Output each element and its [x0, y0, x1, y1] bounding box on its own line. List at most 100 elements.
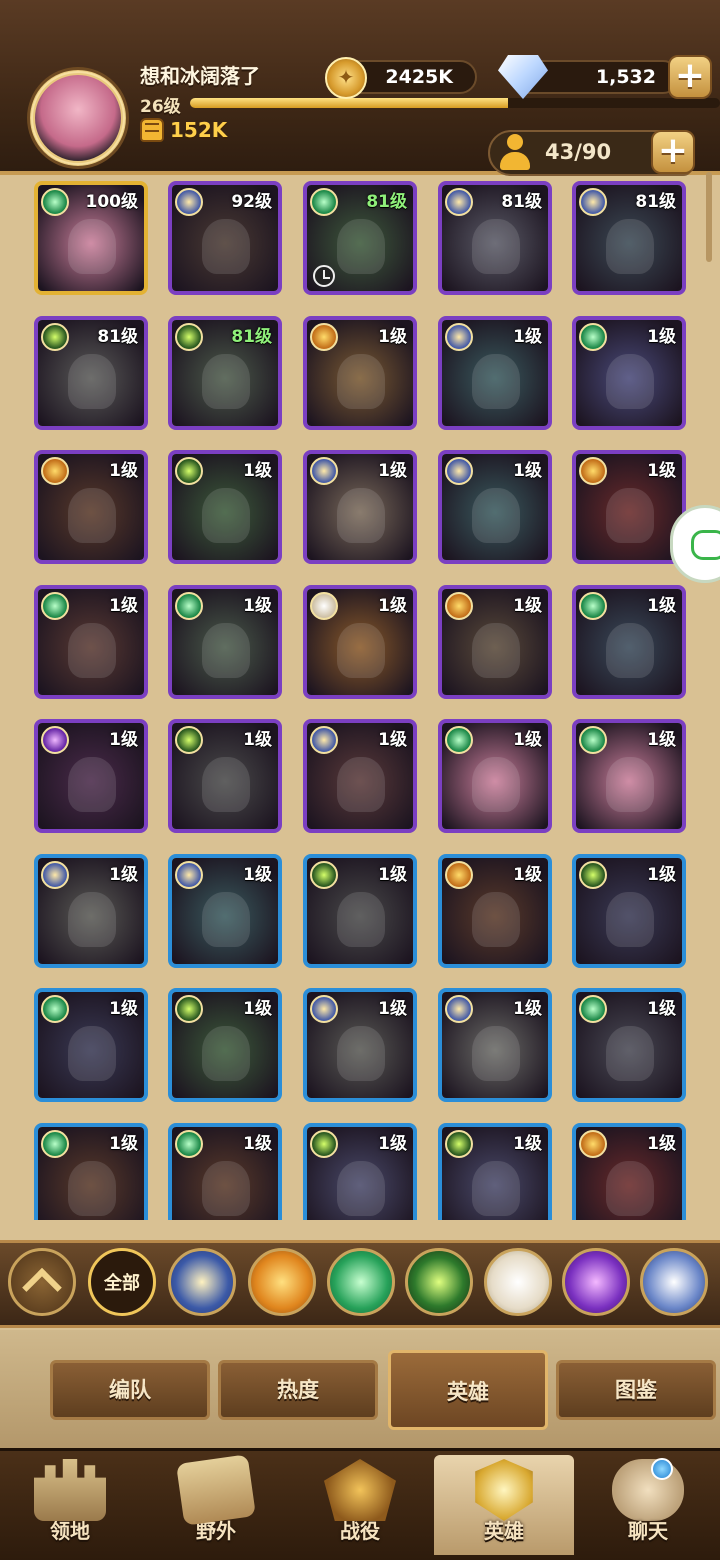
hero-card[interactable]: 1级 [34, 450, 148, 564]
lightbearer-faction-icon [579, 188, 607, 216]
grid-scrollbar[interactable] [706, 172, 712, 262]
hero-card[interactable]: 1级 [303, 988, 417, 1102]
hero-level: 81级 [231, 327, 272, 347]
hero-level: 81级 [501, 192, 542, 212]
hero-level: 1级 [647, 999, 676, 1019]
hero-level: 1级 [513, 461, 542, 481]
hero-card[interactable]: 1级 [34, 988, 148, 1102]
filter-celestial-button[interactable] [484, 1248, 552, 1316]
hero-card[interactable]: 1级 [572, 719, 686, 833]
fist-icon [140, 118, 164, 142]
hero-card[interactable]: 1级 [168, 450, 282, 564]
hero-card[interactable]: 1级 [168, 988, 282, 1102]
hero-card[interactable]: 1级 [168, 585, 282, 699]
hero-card[interactable]: 81级 [303, 181, 417, 295]
filter-hypogean-button[interactable] [562, 1248, 630, 1316]
filter-expand-up-button[interactable] [8, 1248, 76, 1316]
combat-power: 152K [140, 118, 227, 142]
hero-level: 1级 [243, 999, 272, 1019]
hero-card[interactable]: 1级 [34, 585, 148, 699]
hero-level: 1级 [513, 999, 542, 1019]
nav-item[interactable]: 战役 [290, 1455, 430, 1555]
hero-card[interactable]: 1级 [303, 316, 417, 430]
gem-value: 1,532 [595, 66, 656, 88]
hero-card[interactable]: 1级 [438, 1123, 552, 1220]
hero-card[interactable]: 81级 [572, 181, 686, 295]
hero-level: 1级 [109, 865, 138, 885]
hero-level: 1级 [109, 461, 138, 481]
hero-card[interactable]: 1级 [572, 988, 686, 1102]
hero-card[interactable]: 1级 [34, 1123, 148, 1220]
hypogean-faction-icon [41, 726, 69, 754]
hero-card[interactable]: 1级 [438, 988, 552, 1102]
hero-card[interactable]: 1级 [303, 450, 417, 564]
hero-card[interactable]: 1级 [438, 854, 552, 968]
wilder-faction-icon [41, 592, 69, 620]
hero-level: 1级 [243, 730, 272, 750]
hero-card[interactable]: 1级 [438, 450, 552, 564]
nav-item[interactable]: 英雄 [434, 1455, 574, 1555]
add-gems-button[interactable]: + [668, 55, 712, 99]
filter-dimensional-button[interactable] [640, 1248, 708, 1316]
gold-value: 2425K [385, 66, 453, 88]
hero-card[interactable]: 100级 [34, 181, 148, 295]
hero-level: 1级 [109, 730, 138, 750]
hero-card[interactable]: 1级 [168, 854, 282, 968]
hero-card[interactable]: 1级 [572, 585, 686, 699]
hero-level: 1级 [647, 865, 676, 885]
subtab-button[interactable]: 热度 [218, 1360, 378, 1420]
hero-card[interactable]: 92级 [168, 181, 282, 295]
nav-item[interactable]: 野外 [146, 1454, 286, 1555]
lightbearer-faction-icon [310, 726, 338, 754]
combat-power-value: 152K [170, 118, 228, 142]
hero-card[interactable]: 1级 [572, 1123, 686, 1220]
graveborn-faction-icon [310, 861, 338, 889]
hero-card[interactable]: 1级 [303, 719, 417, 833]
hero-level: 1级 [243, 1134, 272, 1154]
hero-card[interactable]: 1级 [34, 719, 148, 833]
player-avatar[interactable] [30, 70, 126, 166]
hero-level: 1级 [647, 461, 676, 481]
hero-card[interactable]: 1级 [168, 1123, 282, 1220]
hero-card[interactable]: 81级 [438, 181, 552, 295]
hero-card[interactable]: 1级 [303, 854, 417, 968]
hero-level: 1级 [378, 327, 407, 347]
hero-card[interactable]: 1级 [438, 585, 552, 699]
lightbearer-faction-icon [445, 323, 473, 351]
player-level: 26级 [140, 97, 181, 117]
hero-card[interactable]: 1级 [303, 1123, 417, 1220]
filter-graveborn-button[interactable] [405, 1248, 473, 1316]
hero-card[interactable]: 1级 [34, 854, 148, 968]
subtab-button[interactable]: 编队 [50, 1360, 210, 1420]
subtab-button[interactable]: 英雄 [388, 1350, 548, 1430]
hero-level: 1级 [513, 596, 542, 616]
filter-all-button[interactable]: 全部 [88, 1248, 156, 1316]
hero-level: 1级 [513, 730, 542, 750]
roster-count: 43/90 [545, 140, 612, 164]
hero-card[interactable]: 1级 [168, 719, 282, 833]
filter-lightbearer-button[interactable] [168, 1248, 236, 1316]
hero-card[interactable]: 1级 [572, 316, 686, 430]
hero-card[interactable]: 1级 [303, 585, 417, 699]
filter-mauler-button[interactable] [248, 1248, 316, 1316]
expand-roster-button[interactable]: + [651, 130, 695, 174]
nav-item[interactable]: 聊天 [578, 1455, 718, 1555]
map-icon [176, 1454, 256, 1526]
hero-card[interactable]: 81级 [34, 316, 148, 430]
mauler-faction-icon [579, 457, 607, 485]
wilder-faction-icon [579, 726, 607, 754]
hero-card[interactable]: 1级 [438, 316, 552, 430]
filter-wilder-button[interactable] [327, 1248, 395, 1316]
hero-level: 1级 [109, 596, 138, 616]
hero-card[interactable]: 1级 [438, 719, 552, 833]
nav-item[interactable]: 领地 [0, 1455, 140, 1555]
xp-fill [190, 98, 508, 108]
hero-card[interactable]: 1级 [572, 854, 686, 968]
subtab-button[interactable]: 图鉴 [556, 1360, 716, 1420]
hero-level: 1级 [243, 596, 272, 616]
graveborn-faction-icon [445, 1130, 473, 1158]
hero-level: 1级 [243, 865, 272, 885]
hero-card[interactable]: 81级 [168, 316, 282, 430]
hero-card[interactable]: 1级 [572, 450, 686, 564]
hero-level: 100级 [85, 192, 139, 212]
